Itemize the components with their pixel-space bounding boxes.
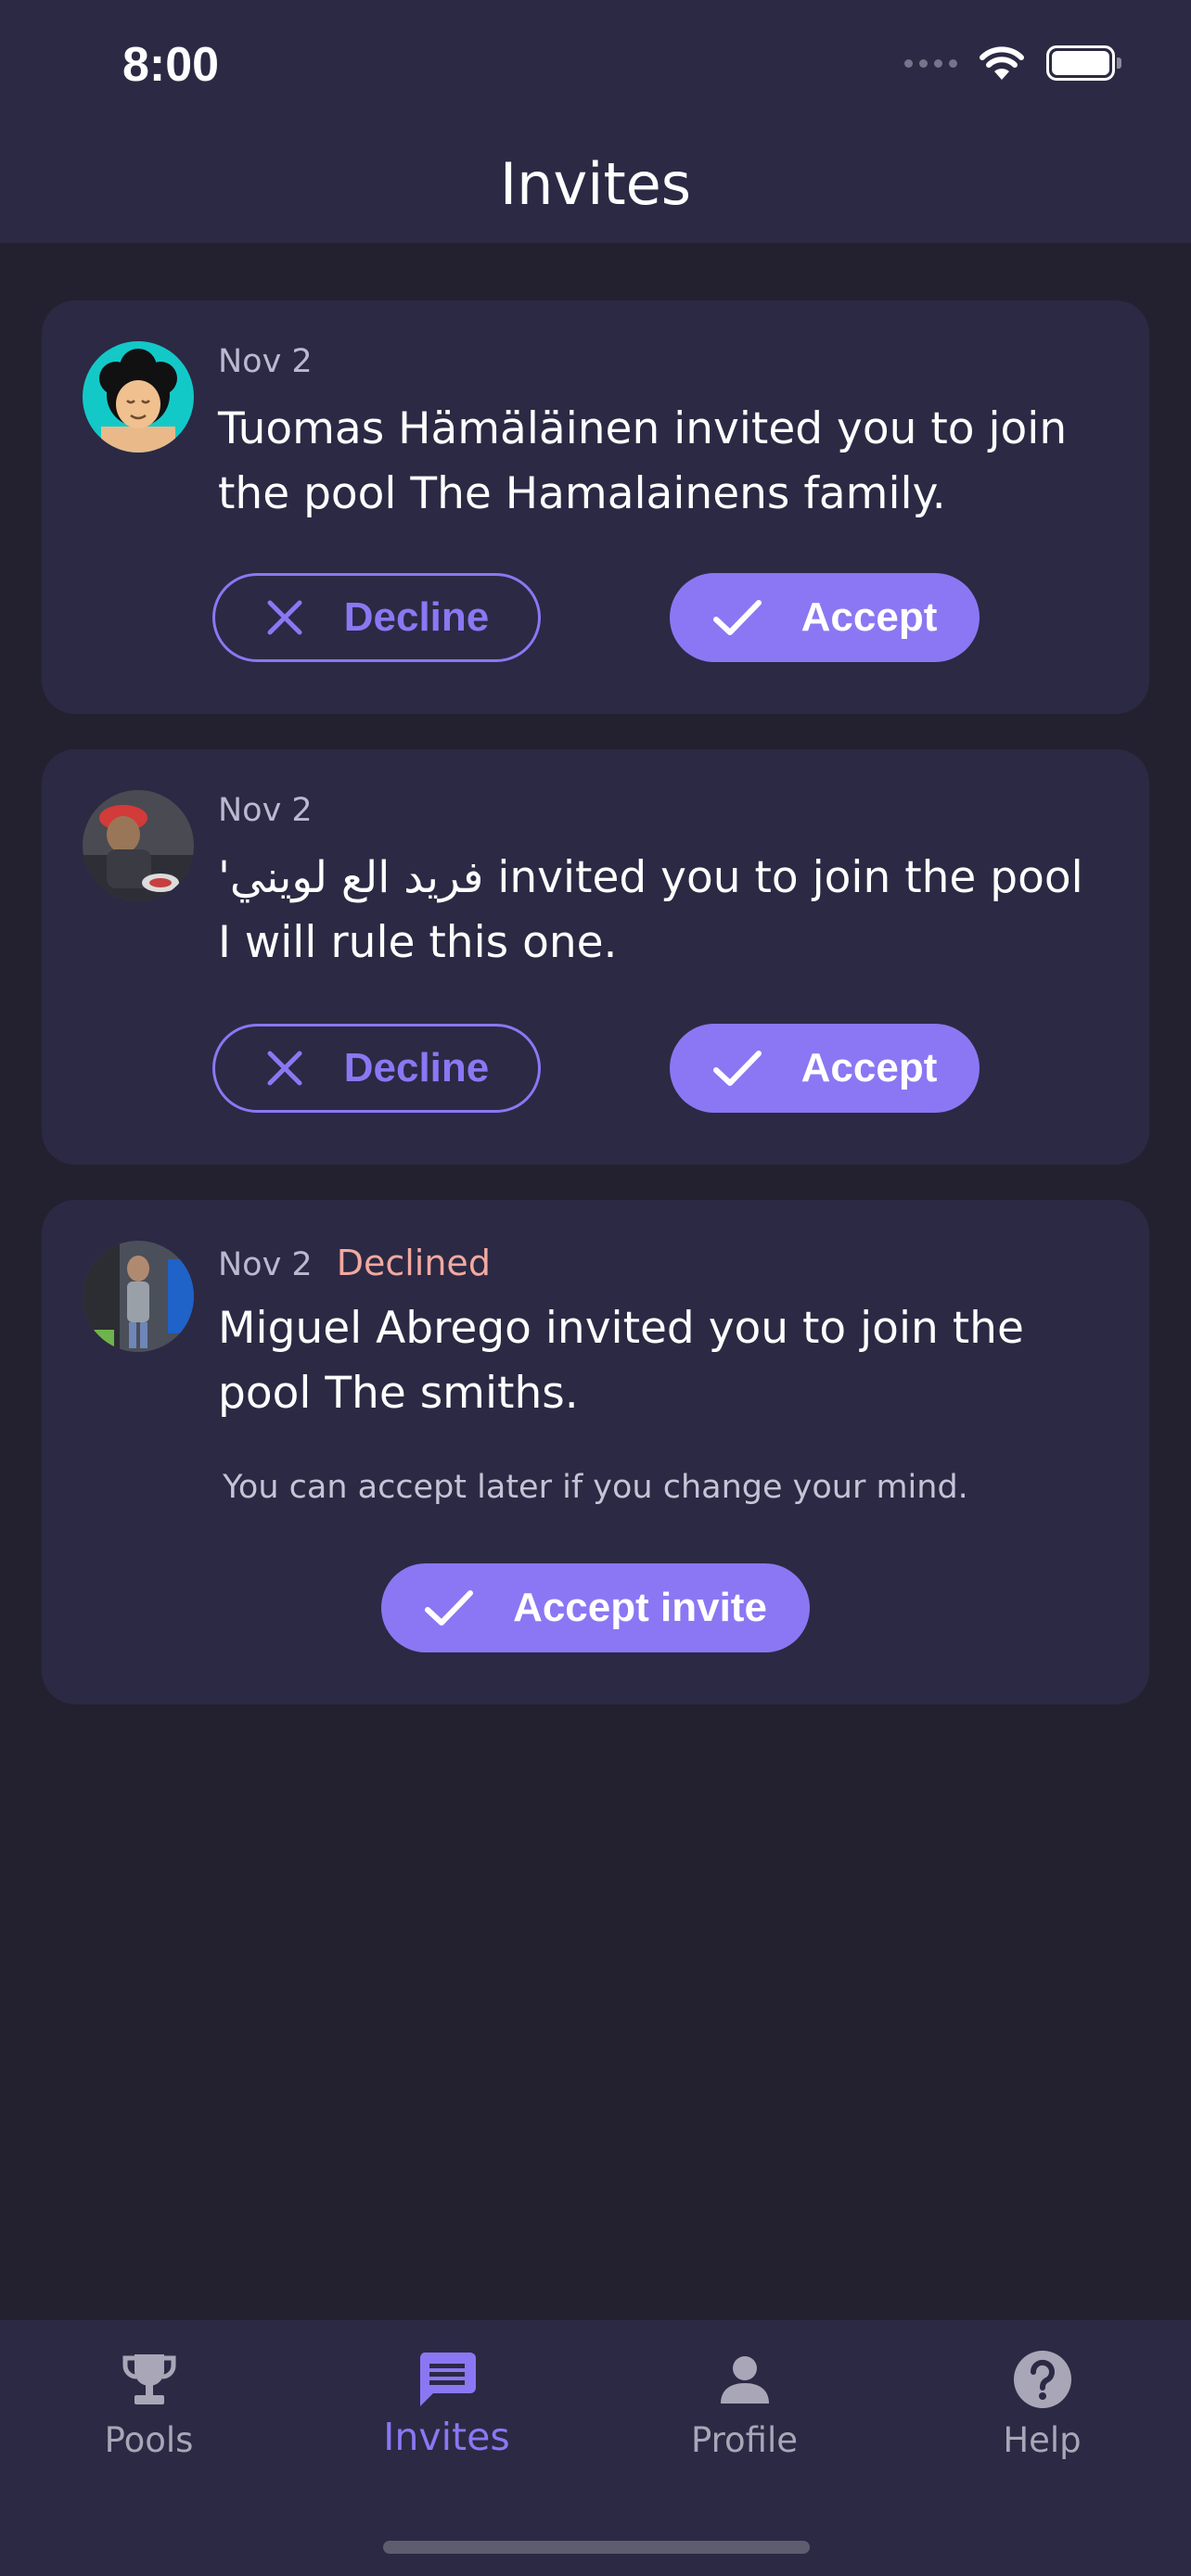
tab-bar: Pools Invites Profile Help [0, 2320, 1191, 2576]
invite-message: Miguel Abrego invited you to join the po… [218, 1303, 1024, 1419]
accept-button[interactable]: Accept [670, 573, 980, 662]
person-icon [719, 2344, 771, 2415]
close-icon [267, 600, 302, 635]
check-icon [712, 1051, 762, 1086]
decline-button[interactable]: Decline [212, 573, 541, 662]
invite-meta: Nov 2 [218, 343, 313, 380]
tab-profile[interactable]: Profile [596, 2344, 893, 2460]
tab-invites[interactable]: Invites [298, 2344, 596, 2459]
check-icon [712, 600, 762, 635]
avatar [83, 1241, 194, 1352]
invite-card-declined: Nov 2 Declined Miguel Abrego invited you… [42, 1200, 1149, 1704]
declined-status-badge: Declined [336, 1243, 491, 1283]
page-title: Invites [499, 150, 692, 218]
accept-button[interactable]: Accept [670, 1024, 980, 1113]
status-indicators [904, 45, 1121, 82]
avatar [83, 790, 194, 901]
accept-label: Accept [800, 594, 938, 640]
tab-pools[interactable]: Pools [0, 2344, 298, 2460]
decline-button[interactable]: Decline [212, 1024, 541, 1113]
invite-date: Nov 2 [218, 343, 313, 380]
help-icon [1013, 2344, 1072, 2415]
invite-meta: Nov 2 Declined [218, 1243, 491, 1283]
accept-invite-button[interactable]: Accept invite [381, 1563, 810, 1652]
invite-message: Tuomas Hämäläinen invited you to join th… [218, 403, 1068, 519]
cellular-signal-icon [904, 58, 957, 68]
tab-label: Invites [383, 2415, 510, 2459]
invite-meta: Nov 2 [218, 792, 313, 829]
decline-label: Decline [343, 594, 490, 640]
decline-label: Decline [343, 1045, 490, 1090]
invite-date: Nov 2 [218, 792, 313, 829]
trophy-icon [120, 2344, 179, 2415]
invite-card: Nov 2 Tuomas Hämäläinen invited you to j… [42, 300, 1149, 714]
tab-help[interactable]: Help [893, 2344, 1191, 2460]
invite-message: 'فريد الع لويني invited you to join the … [218, 852, 1083, 968]
tab-label: Pools [104, 2420, 194, 2460]
chat-icon [416, 2344, 478, 2415]
header: 8:00 Invites [0, 0, 1191, 243]
battery-icon [1046, 45, 1121, 81]
wifi-icon [980, 46, 1024, 80]
close-icon [267, 1051, 302, 1086]
tab-label: Profile [690, 2420, 799, 2460]
declined-note: You can accept later if you change your … [223, 1469, 968, 1506]
status-time: 8:00 [122, 38, 220, 92]
check-icon [425, 1590, 474, 1626]
invite-card: Nov 2 'فريد الع لويني invited you to joi… [42, 749, 1149, 1165]
accept-invite-label: Accept invite [513, 1585, 767, 1630]
accept-label: Accept [800, 1045, 938, 1090]
avatar [83, 341, 194, 453]
invites-screen: 8:00 Invites Nov 2 Tuomas Hämäläinen inv… [0, 0, 1191, 2576]
invite-date: Nov 2 [218, 1246, 313, 1283]
tab-label: Help [1003, 2420, 1082, 2460]
home-indicator[interactable] [383, 2541, 810, 2554]
